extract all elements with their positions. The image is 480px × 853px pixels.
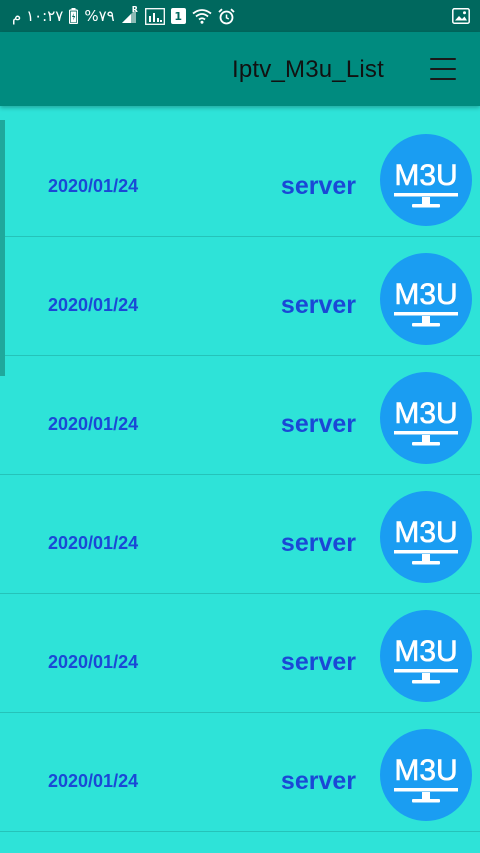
battery-percent: %٧٩ — [84, 7, 115, 25]
app-bar: Iptv_M3u_List — [0, 32, 480, 106]
status-left: ١٠:٢٧ م %٧٩ R 1 — [12, 5, 235, 25]
list-item[interactable]: 2020/01/24 server M3U — [0, 713, 480, 832]
m3u-tv-icon: M3U — [380, 491, 472, 583]
item-name: server — [280, 291, 356, 319]
status-bar: ١٠:٢٧ م %٧٩ R 1 — [0, 0, 480, 32]
menu-line — [430, 78, 456, 80]
m3u-tv-icon: M3U — [380, 610, 472, 702]
sim-slot-number: 1 — [174, 9, 183, 23]
app-title: Iptv_M3u_List — [231, 56, 384, 83]
sim-icon: 1 — [170, 8, 186, 24]
data-signal-icon — [144, 7, 165, 25]
logo-text: M3U — [394, 159, 457, 192]
item-date: 2020/01/24 — [48, 295, 139, 315]
logo-text: M3U — [394, 397, 457, 430]
item-name: server — [280, 172, 356, 200]
menu-line — [430, 68, 456, 70]
item-date: 2020/01/24 — [48, 533, 139, 553]
logo-text: M3U — [394, 516, 457, 549]
server-list: 2020/01/24 server M3U 2020/01/24 server … — [0, 118, 480, 832]
list-item[interactable]: 2020/01/24 server M3U — [0, 118, 480, 237]
item-name: server — [280, 529, 356, 557]
item-name: server — [280, 410, 356, 438]
roaming-badge: R — [131, 5, 138, 14]
list-item[interactable]: 2020/01/24 server M3U — [0, 356, 480, 475]
item-name: server — [280, 767, 356, 795]
list-item[interactable]: 2020/01/24 server M3U — [0, 237, 480, 356]
status-right — [452, 8, 470, 24]
item-name: server — [280, 648, 356, 676]
logo-text: M3U — [394, 635, 457, 668]
wifi-icon — [192, 9, 212, 24]
hamburger-menu-icon[interactable] — [430, 58, 456, 80]
m3u-tv-icon: M3U — [380, 134, 472, 226]
m3u-tv-icon: M3U — [380, 372, 472, 464]
logo-text: M3U — [394, 754, 457, 787]
item-date: 2020/01/24 — [48, 652, 139, 672]
scroll-indicator[interactable] — [0, 120, 5, 376]
image-notification-icon — [452, 8, 470, 24]
menu-line — [430, 58, 456, 60]
item-date: 2020/01/24 — [48, 176, 139, 196]
item-date: 2020/01/24 — [48, 771, 139, 791]
battery-icon — [69, 8, 79, 24]
signal-icon: R — [121, 5, 139, 24]
m3u-tv-icon: M3U — [380, 253, 472, 345]
alarm-icon — [218, 8, 235, 24]
logo-text: M3U — [394, 278, 457, 311]
item-date: 2020/01/24 — [48, 414, 139, 434]
m3u-tv-icon: M3U — [380, 729, 472, 821]
list-item[interactable]: 2020/01/24 server M3U — [0, 594, 480, 713]
status-time: ١٠:٢٧ م — [12, 7, 64, 25]
list-item[interactable]: 2020/01/24 server M3U — [0, 475, 480, 594]
